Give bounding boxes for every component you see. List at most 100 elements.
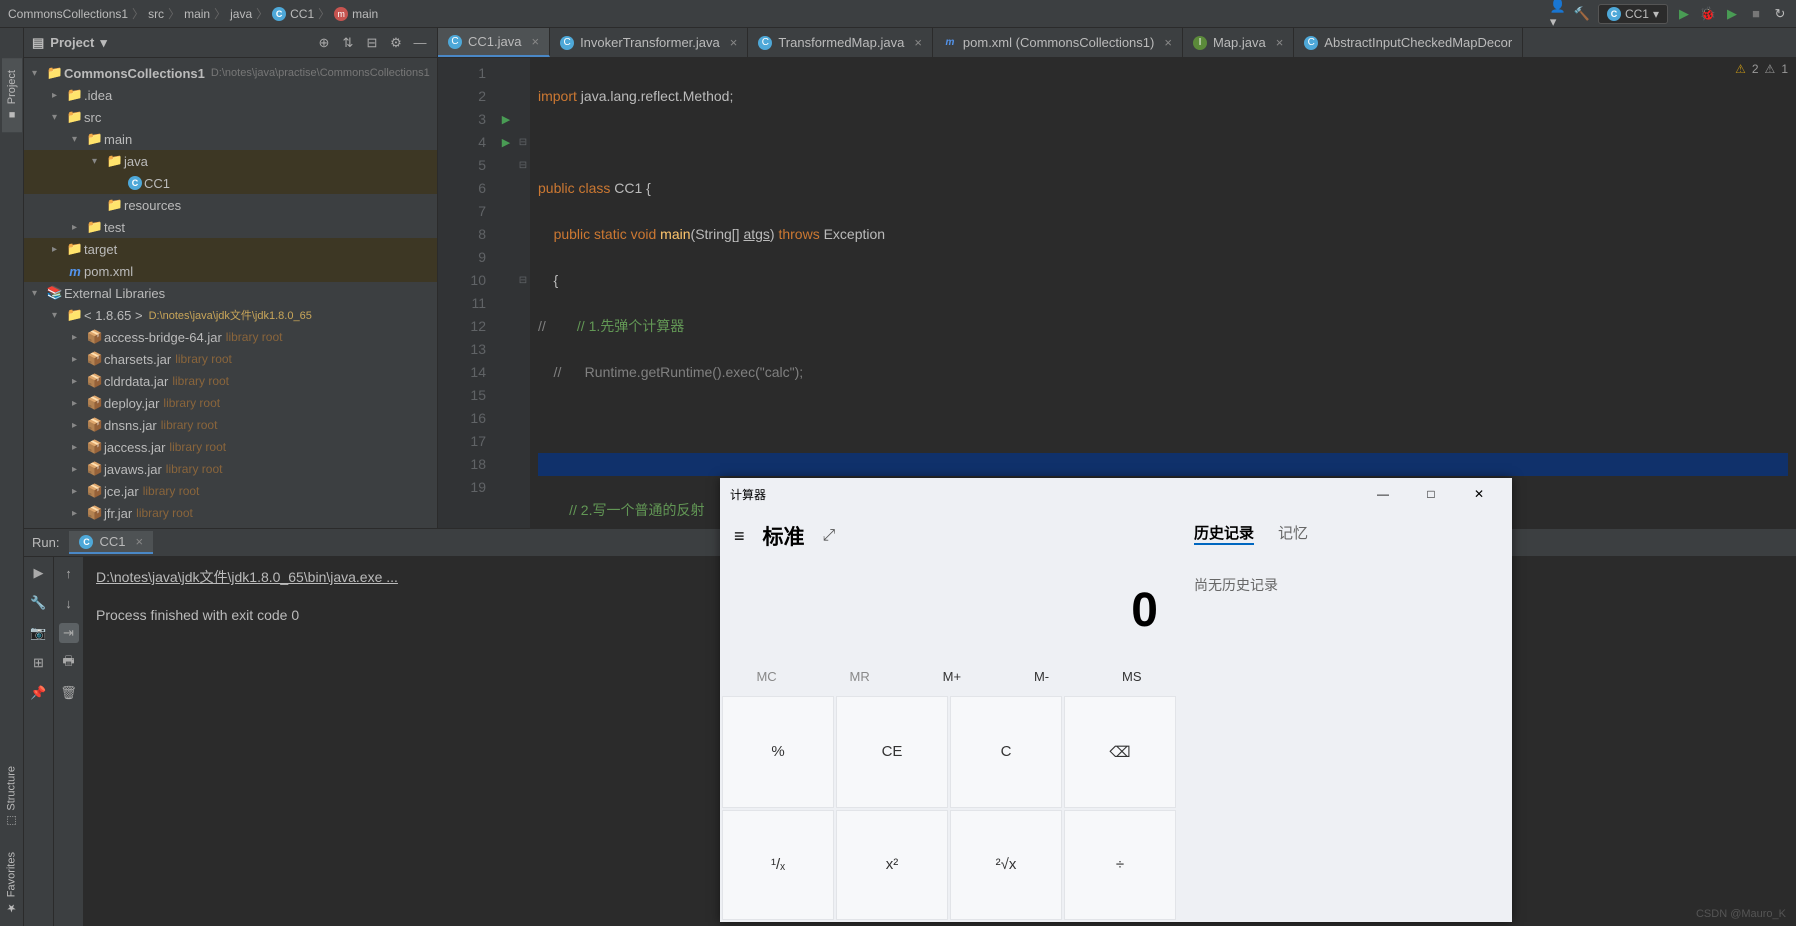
rerun-icon[interactable]: ▶ xyxy=(29,563,49,583)
calc-key-sqrt[interactable]: ²√x xyxy=(950,810,1062,921)
run-method-icon[interactable]: ▶ xyxy=(496,131,516,154)
calc-key-c[interactable]: C xyxy=(950,696,1062,808)
run-tab[interactable]: CCC1× xyxy=(69,531,153,554)
structure-tool-tab[interactable]: ⬚Structure xyxy=(1,754,22,840)
expand-icon[interactable]: ⇅ xyxy=(339,34,357,52)
tree-test[interactable]: ▸📁test xyxy=(24,216,437,238)
warning-icon[interactable]: ⚠ xyxy=(1735,62,1746,76)
minimize-button[interactable]: — xyxy=(1360,479,1406,509)
tab-abstract[interactable]: CAbstractInputCheckedMapDecor xyxy=(1294,28,1523,57)
tree-jdk[interactable]: ▾📁< 1.8.65 >D:\notes\java\jdk文件\jdk1.8.0… xyxy=(24,304,437,326)
project-tool-tab[interactable]: ■Project xyxy=(2,58,22,132)
bc-src[interactable]: src xyxy=(148,7,164,21)
calc-ms[interactable]: MS xyxy=(1122,669,1142,684)
calc-pin-icon[interactable]: ⤢ xyxy=(823,527,836,545)
tree-target[interactable]: ▸📁target xyxy=(24,238,437,260)
user-icon[interactable]: 👤▾ xyxy=(1550,6,1566,22)
favorites-tool-tab[interactable]: ★Favorites xyxy=(1,840,22,926)
layout-icon[interactable]: ⊞ xyxy=(29,653,49,673)
close-button[interactable]: ✕ xyxy=(1456,479,1502,509)
tree-main[interactable]: ▾📁main xyxy=(24,128,437,150)
dropdown-icon[interactable]: ▾ xyxy=(100,35,107,51)
wrench-icon[interactable]: 🔧 xyxy=(29,593,49,613)
tree-jar[interactable]: ▸📦cldrdata.jarlibrary root xyxy=(24,370,437,392)
bc-method[interactable]: main xyxy=(352,7,378,21)
breadcrumb[interactable]: CommonsCollections1〉 src〉 main〉 java〉 C … xyxy=(8,5,378,22)
code-content[interactable]: import java.lang.reflect.Method; public … xyxy=(530,58,1796,528)
settings-icon[interactable]: ⚙ xyxy=(387,34,405,52)
tree-project-root[interactable]: ▾📁CommonsCollections1D:\notes\java\pract… xyxy=(24,62,437,84)
pin-icon[interactable]: 📌 xyxy=(29,683,49,703)
tree-jar[interactable]: ▸📦javaws.jarlibrary root xyxy=(24,458,437,480)
softwrap-icon[interactable]: ⇥ xyxy=(59,623,79,643)
calc-titlebar[interactable]: 计算器 — □ ✕ xyxy=(720,478,1512,510)
tree-jar[interactable]: ▸📦jfr.jarlibrary root xyxy=(24,502,437,524)
calc-key-back[interactable]: ⌫ xyxy=(1064,696,1176,808)
tree-cc1[interactable]: CCC1 xyxy=(24,172,437,194)
tree-idea[interactable]: ▸📁.idea xyxy=(24,84,437,106)
run-icon[interactable]: ▶ xyxy=(1676,6,1692,22)
tab-map[interactable]: IMap.java× xyxy=(1183,28,1294,57)
close-icon[interactable]: × xyxy=(914,35,922,50)
run-class-icon[interactable]: ▶ xyxy=(496,108,516,131)
calc-key-sq[interactable]: x² xyxy=(836,810,948,921)
tab-invoker[interactable]: CInvokerTransformer.java× xyxy=(550,28,748,57)
close-icon[interactable]: × xyxy=(531,34,539,49)
tree-pom[interactable]: mpom.xml xyxy=(24,260,437,282)
gutter-run-markers[interactable]: ▶▶ xyxy=(496,58,516,528)
bc-cc1[interactable]: CC1 xyxy=(290,7,314,21)
coverage-icon[interactable]: ▶ xyxy=(1724,6,1740,22)
close-icon[interactable]: × xyxy=(1164,35,1172,50)
stop-icon[interactable]: ■ xyxy=(1748,6,1764,22)
calc-key-percent[interactable]: % xyxy=(722,696,834,808)
tree-jar[interactable]: ▸📦access-bridge-64.jarlibrary root xyxy=(24,326,437,348)
locate-icon[interactable]: ⊕ xyxy=(315,34,333,52)
down-icon[interactable]: ↓ xyxy=(59,593,79,613)
bc-main[interactable]: main xyxy=(184,7,210,21)
calculator-window[interactable]: 计算器 — □ ✕ ≡ 标准 ⤢ 0 MC MR M+ M- MS % CE xyxy=(720,478,1512,922)
error-icon[interactable]: ⚠ xyxy=(1765,62,1776,76)
calc-key-div[interactable]: ÷ xyxy=(1064,810,1176,921)
project-tree[interactable]: ▾📁CommonsCollections1D:\notes\java\pract… xyxy=(24,58,437,528)
hide-icon[interactable]: — xyxy=(411,34,429,52)
calc-key-ce[interactable]: CE xyxy=(836,696,948,808)
calc-key-recip[interactable]: ¹/ₓ xyxy=(722,810,834,921)
close-icon[interactable]: × xyxy=(1276,35,1284,50)
build-icon[interactable]: 🔨 xyxy=(1574,6,1590,22)
close-icon[interactable]: × xyxy=(730,35,738,50)
calc-menu-icon[interactable]: ≡ xyxy=(734,526,745,547)
clear-icon[interactable]: 🗑 xyxy=(59,683,79,703)
refresh-icon[interactable]: ↻ xyxy=(1772,6,1788,22)
fold-gutter[interactable]: ⊟⊟⊟ xyxy=(516,58,530,528)
camera-icon[interactable]: 📷 xyxy=(29,623,49,643)
tree-jar[interactable]: ▸📦jaccess.jarlibrary root xyxy=(24,436,437,458)
project-panel-title[interactable]: Project xyxy=(50,35,94,50)
tree-java[interactable]: ▾📁java xyxy=(24,150,437,172)
tree-src[interactable]: ▾📁src xyxy=(24,106,437,128)
print-icon[interactable]: 🖶 xyxy=(59,653,79,673)
close-icon[interactable]: × xyxy=(135,534,143,549)
maximize-button[interactable]: □ xyxy=(1408,479,1454,509)
debug-icon[interactable]: 🐞 xyxy=(1700,6,1716,22)
calc-history-tab[interactable]: 历史记录 xyxy=(1194,522,1254,545)
tree-ext-lib[interactable]: ▾📚External Libraries xyxy=(24,282,437,304)
inspection-widgets[interactable]: ⚠2 ⚠1 xyxy=(1735,62,1788,76)
calc-memory-tab[interactable]: 记忆 xyxy=(1278,522,1308,545)
bc-project[interactable]: CommonsCollections1 xyxy=(8,7,128,21)
tree-jar[interactable]: ▸📦jce.jarlibrary root xyxy=(24,480,437,502)
tab-cc1[interactable]: CCC1.java× xyxy=(438,28,550,57)
tree-jar[interactable]: ▸📦charsets.jarlibrary root xyxy=(24,348,437,370)
code-editor[interactable]: 12345678910111213141516171819 ▶▶ ⊟⊟⊟ imp… xyxy=(438,58,1796,528)
tree-jar[interactable]: ▸📦dnsns.jarlibrary root xyxy=(24,414,437,436)
collapse-icon[interactable]: ⊟ xyxy=(363,34,381,52)
tab-transformed[interactable]: CTransformedMap.java× xyxy=(748,28,933,57)
tree-resources[interactable]: 📁resources xyxy=(24,194,437,216)
tree-jar[interactable]: ▸📦deploy.jarlibrary root xyxy=(24,392,437,414)
up-icon[interactable]: ↑ xyxy=(59,563,79,583)
tab-pom[interactable]: mpom.xml (CommonsCollections1)× xyxy=(933,28,1183,57)
calc-mc[interactable]: MC xyxy=(756,669,776,684)
calc-mplus[interactable]: M+ xyxy=(943,669,961,684)
calc-mr[interactable]: MR xyxy=(850,669,870,684)
run-config-selector[interactable]: C CC1 ▾ xyxy=(1598,4,1668,24)
bc-java[interactable]: java xyxy=(230,7,252,21)
